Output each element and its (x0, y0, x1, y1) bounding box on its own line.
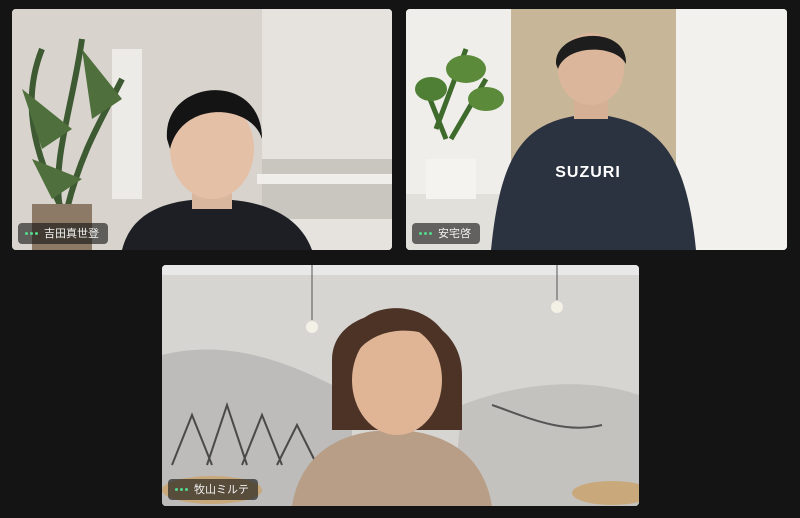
hoodie-text: SUZURI (555, 164, 621, 181)
participant-name-tag: 牧山ミルテ (168, 479, 258, 500)
participant-name-tag: 安宅啓 (412, 223, 480, 244)
audio-level-dots-icon (175, 488, 188, 491)
participant-1-video-feed (12, 9, 392, 250)
participant-3-video-feed (162, 265, 639, 506)
video-tile-participant-1[interactable]: 吉田真世登 (12, 9, 392, 250)
participant-name-tag: 吉田真世登 (18, 223, 108, 244)
participant-name: 安宅啓 (438, 227, 471, 240)
audio-level-dots-icon (419, 232, 432, 235)
participant-name: 吉田真世登 (44, 227, 99, 240)
video-tile-participant-3[interactable]: 牧山ミルテ (162, 265, 639, 506)
participant-2-video-feed (406, 9, 787, 250)
video-tile-participant-2[interactable]: SUZURI 安宅啓 (406, 9, 787, 250)
audio-level-dots-icon (25, 232, 38, 235)
participant-name: 牧山ミルテ (194, 483, 249, 496)
